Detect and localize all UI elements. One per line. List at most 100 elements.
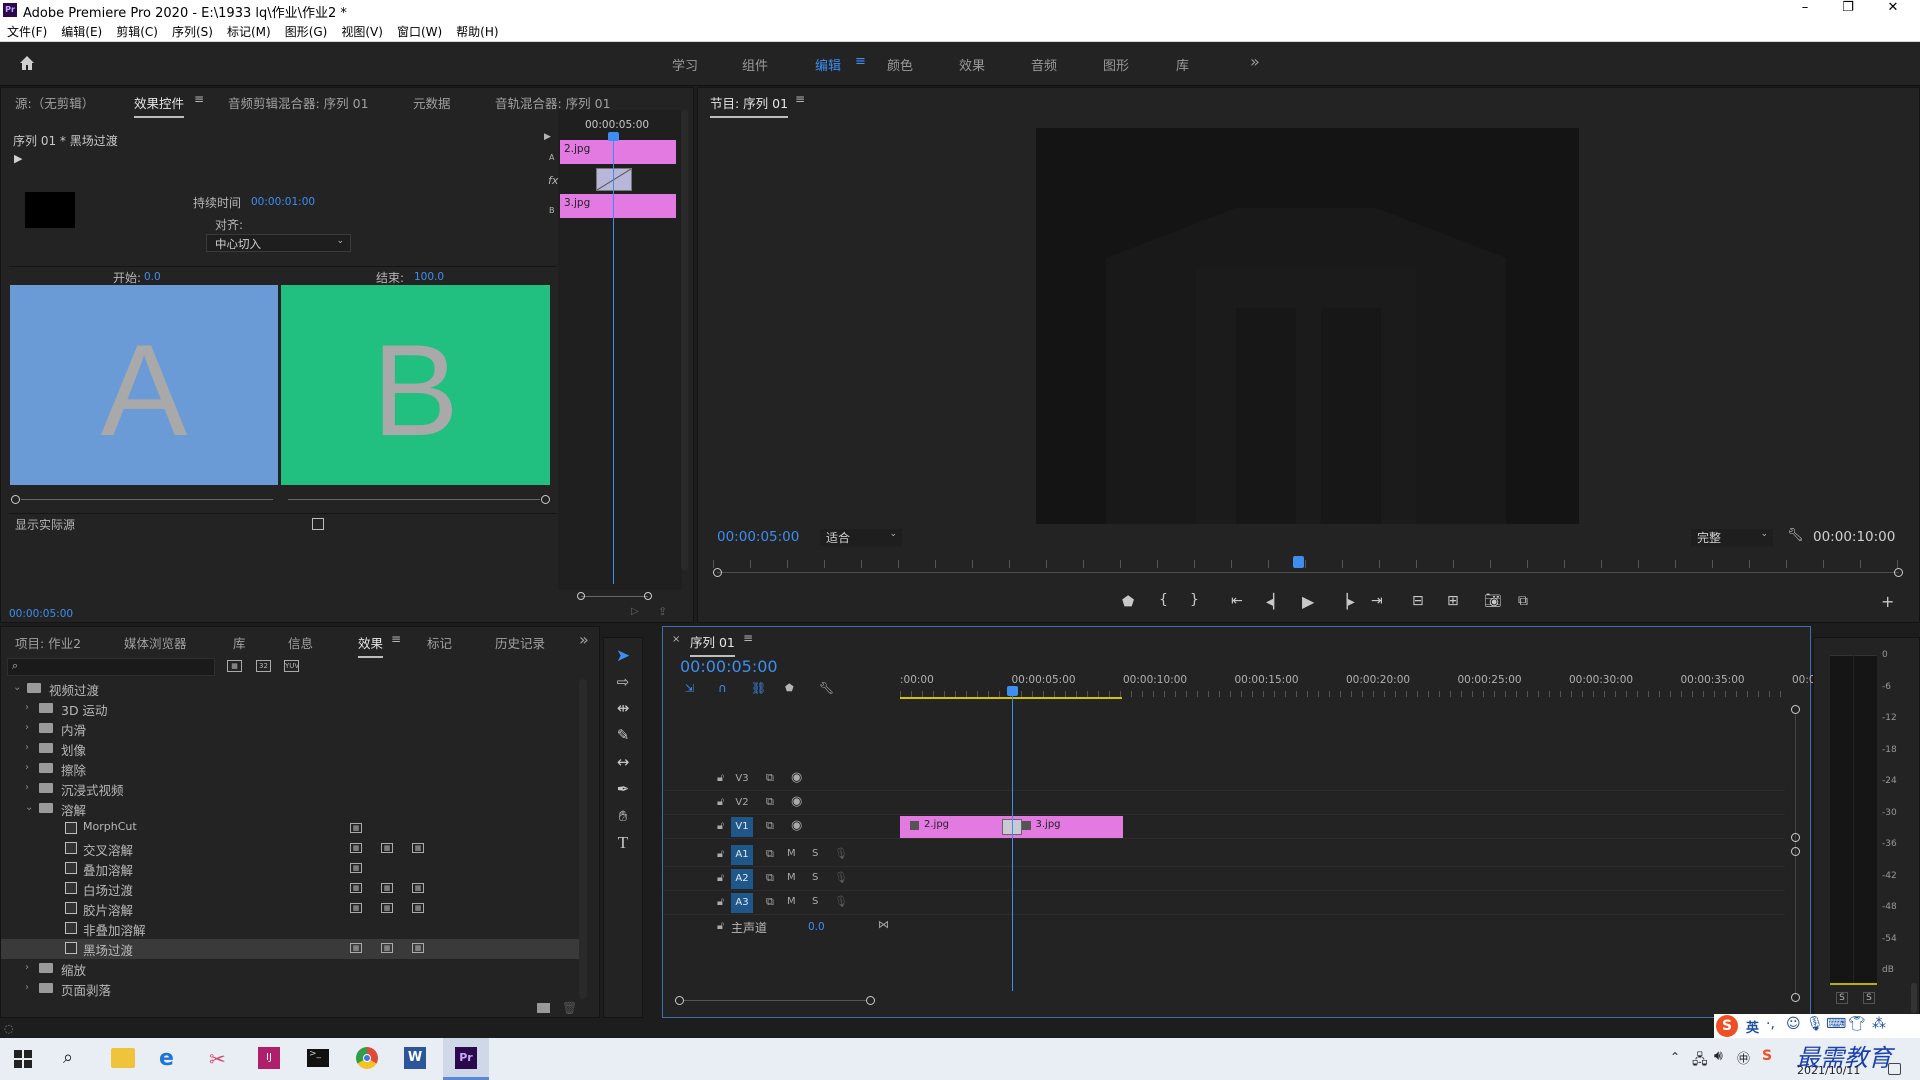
maximize-icon[interactable]: ❐ bbox=[1838, 0, 1858, 20]
mute-button[interactable]: M bbox=[787, 872, 796, 883]
tab-project[interactable]: 项目: 作业2 bbox=[15, 633, 81, 652]
lock-icon[interactable]: 🔓︎ bbox=[717, 919, 724, 933]
step-forward-icon[interactable]: ▕▸ bbox=[1337, 594, 1355, 610]
hand-tool-icon[interactable]: ✋︎ bbox=[612, 805, 634, 827]
mini-playhead-handle[interactable] bbox=[608, 132, 619, 141]
timeline-timecode[interactable]: 00:00:05:00 bbox=[680, 657, 778, 676]
timeline-clip[interactable]: 3.jpg bbox=[1011, 816, 1123, 838]
microphone-icon[interactable]: 🎙︎ bbox=[834, 847, 848, 860]
ime-tools-icon[interactable]: ⁂ bbox=[1872, 1016, 1886, 1032]
play-transition-icon[interactable]: ▶ bbox=[14, 152, 22, 165]
tree-folder[interactable]: › 内滑 bbox=[1, 719, 581, 739]
sync-lock-icon[interactable]: ⧉ bbox=[766, 819, 774, 833]
windows-start-icon[interactable] bbox=[14, 1050, 32, 1068]
workspace-tab-learn[interactable]: 学习 bbox=[672, 55, 698, 74]
chevron-down-icon[interactable]: ⌄ bbox=[25, 802, 33, 813]
program-timecode[interactable]: 00:00:05:00 bbox=[717, 529, 799, 545]
lock-icon[interactable]: 🔓︎ bbox=[717, 871, 724, 885]
program-time-ruler[interactable] bbox=[713, 556, 1903, 578]
end-slider-handle[interactable] bbox=[541, 495, 550, 504]
meter-scrollbar[interactable] bbox=[1911, 983, 1917, 1013]
tab-markers[interactable]: 标记 bbox=[427, 633, 452, 652]
lock-icon[interactable]: 🔓︎ bbox=[717, 847, 724, 861]
menu-edit[interactable]: 编辑(E) bbox=[54, 20, 109, 43]
notification-icon[interactable] bbox=[1888, 1063, 1901, 1075]
close-icon[interactable]: × bbox=[672, 634, 680, 645]
home-icon[interactable] bbox=[18, 54, 36, 72]
tree-effect[interactable]: 黑场过渡 ▦ ▦ ▦ bbox=[1, 939, 581, 959]
lock-icon[interactable]: 🔓︎ bbox=[717, 895, 724, 909]
solo-button[interactable]: S bbox=[812, 896, 818, 907]
ime-emoji-icon[interactable]: ☺ bbox=[1786, 1016, 1801, 1032]
menu-clip[interactable]: 剪辑(C) bbox=[109, 20, 165, 43]
tree-folder[interactable]: › 擦除 bbox=[1, 759, 581, 779]
tab-effects[interactable]: 效果 bbox=[358, 633, 384, 658]
wrench-icon[interactable]: 🔧︎ bbox=[1787, 528, 1804, 543]
eye-icon[interactable]: ◉ bbox=[791, 770, 802, 785]
program-playhead[interactable] bbox=[1293, 556, 1304, 568]
mini-clip-a[interactable]: 2.jpg bbox=[560, 140, 676, 164]
timeline-playhead[interactable] bbox=[1011, 691, 1013, 991]
start-slider[interactable] bbox=[11, 495, 273, 505]
track-label-a1[interactable]: A1 bbox=[731, 845, 753, 865]
quality-dropdown[interactable]: 完整 ⌄ bbox=[1691, 529, 1773, 546]
track-label-v1[interactable]: V1 bbox=[731, 817, 753, 837]
vertical-scrollbar[interactable] bbox=[681, 110, 688, 570]
slip-tool-icon[interactable]: ↔ bbox=[612, 751, 634, 773]
tree-effect[interactable]: 胶片溶解 ▦ ▦ ▦ bbox=[1, 899, 581, 919]
track-label-a2[interactable]: A2 bbox=[731, 869, 753, 889]
search-icon[interactable]: ⌕ bbox=[63, 1047, 73, 1068]
panel-menu-icon[interactable]: ≡ bbox=[194, 92, 204, 106]
tree-effect[interactable]: 白场过渡 ▦ ▦ ▦ bbox=[1, 879, 581, 899]
lock-icon[interactable]: 🔓︎ bbox=[717, 771, 724, 785]
tab-libraries[interactable]: 库 bbox=[233, 633, 246, 652]
start-value[interactable]: 0.0 bbox=[144, 271, 161, 283]
workspace-tab-editing[interactable]: 编辑 bbox=[815, 55, 841, 74]
timeline-settings-icon[interactable]: 🔧︎ bbox=[819, 681, 834, 695]
menu-sequence[interactable]: 序列(S) bbox=[165, 20, 220, 43]
ripple-edit-tool-icon[interactable]: ⇹ bbox=[612, 697, 634, 719]
tab-history[interactable]: 历史记录 bbox=[495, 633, 545, 652]
nest-toggle-icon[interactable]: ⇲ bbox=[685, 682, 694, 695]
ime-punctuation-icon[interactable]: ·, bbox=[1766, 1016, 1775, 1032]
tree-folder[interactable]: › 页面剥落 bbox=[1, 979, 581, 999]
32bit-effects-icon[interactable]: 32 bbox=[256, 660, 271, 672]
mini-playhead[interactable] bbox=[613, 134, 614, 584]
effects-search-box[interactable]: ⌕ bbox=[7, 658, 215, 676]
show-actual-sources-checkbox[interactable] bbox=[312, 518, 324, 530]
expand-arrow-icon[interactable]: ▶ bbox=[544, 132, 551, 142]
tab-metadata[interactable]: 元数据 bbox=[413, 93, 451, 112]
sync-lock-icon[interactable]: ⧉ bbox=[766, 847, 774, 861]
solo-right-button[interactable]: S bbox=[1863, 992, 1875, 1004]
jetbrains-icon[interactable]: IJ bbox=[258, 1047, 280, 1069]
new-bin-icon[interactable] bbox=[537, 1003, 550, 1013]
chevron-right-icon[interactable]: › bbox=[25, 982, 29, 993]
workspace-tab-audio[interactable]: 音频 bbox=[1031, 55, 1057, 74]
mute-button[interactable]: M bbox=[787, 848, 796, 859]
lock-icon[interactable]: 🔓︎ bbox=[717, 819, 724, 833]
sync-lock-icon[interactable]: ⧉ bbox=[766, 895, 774, 909]
fit-dropdown[interactable]: 适合 ⌄ bbox=[820, 529, 902, 546]
yuv-effects-icon[interactable]: YUV bbox=[284, 660, 299, 672]
solo-left-button[interactable]: S bbox=[1836, 992, 1848, 1004]
workspace-tab-libraries[interactable]: 库 bbox=[1176, 55, 1189, 74]
menu-file[interactable]: 文件(F) bbox=[0, 20, 54, 43]
timeline-playhead-handle[interactable] bbox=[1006, 686, 1018, 696]
menu-help[interactable]: 帮助(H) bbox=[449, 20, 505, 43]
workspace-tab-effects[interactable]: 效果 bbox=[959, 55, 985, 74]
ime-keyboard-icon[interactable]: ⌨︎ bbox=[1826, 1016, 1846, 1032]
mini-zoom-scrollbar[interactable] bbox=[577, 592, 652, 600]
chevron-right-icon[interactable]: › bbox=[25, 962, 29, 973]
workspace-tab-graphics[interactable]: 图形 bbox=[1103, 55, 1129, 74]
track-select-tool-icon[interactable]: ⇨ bbox=[612, 671, 634, 693]
snap-icon[interactable]: ∩ bbox=[718, 681, 727, 695]
eye-icon[interactable]: ◉ bbox=[791, 794, 802, 809]
delete-icon[interactable]: 🗑︎ bbox=[562, 1001, 577, 1015]
step-back-icon[interactable]: ◂▏ bbox=[1266, 594, 1284, 610]
track-label-v2[interactable]: V2 bbox=[731, 793, 753, 813]
mini-clip-b[interactable]: 3.jpg bbox=[560, 194, 676, 218]
close-icon[interactable]: ✕ bbox=[1883, 0, 1903, 20]
lift-icon[interactable]: ⊟ bbox=[1412, 593, 1424, 609]
zoom-handle-right[interactable] bbox=[1894, 568, 1903, 577]
track-label-v3[interactable]: V3 bbox=[731, 769, 753, 789]
